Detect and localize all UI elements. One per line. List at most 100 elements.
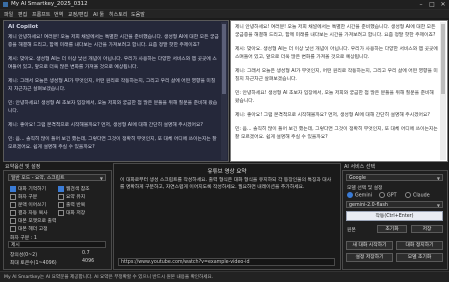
save-button[interactable]: 저장 [411, 225, 443, 233]
window-title: My AI Smartkey_2025_0312 [11, 1, 88, 7]
result-paragraph: 제니: 좋아요! 그럼 본격적으로 시작해볼까요? 먼저, 생성형 AI에 대해… [235, 113, 430, 118]
menu-file[interactable]: 파일 [4, 11, 13, 18]
checkbox[interactable] [58, 193, 64, 200]
menu-translate[interactable]: 번역 [54, 11, 63, 18]
save-settings-button[interactable]: 설정 저장하기 [346, 253, 393, 262]
menu-history[interactable]: 히스토리 [109, 11, 127, 18]
copilot-text-content: AI Copilot 제니 안녕하세요! 여러분! 오늘 저희 채널에서는 특별… [8, 24, 219, 159]
checkbox[interactable] [58, 201, 64, 208]
mode-select[interactable]: 일반 모드 - 요약, 스크립트 ▼ [8, 174, 106, 181]
model-settings-label: 모델 선택 및 설정 [347, 186, 383, 191]
check-label: 출력 반복 [66, 203, 86, 208]
service-panel: Google ▼ 모델 선택 및 설정 Gemini GPT Claude gem… [342, 170, 448, 270]
result-paragraph: 제니 안녕하세요! 여러분! 오늘 저희 채널에서는 특별한 시간을 준비했습니… [235, 25, 436, 38]
check-label: 대본 포맷으로 출력 [18, 219, 57, 224]
check-script-header[interactable]: 대본 헤더 고정 [10, 225, 48, 232]
radio-label: Gemini [355, 193, 373, 199]
copilot-text-pane[interactable]: AI Copilot 제니 안녕하세요! 여러분! 오늘 저희 채널에서는 특별… [3, 20, 229, 162]
temperature-value[interactable]: 0.7 [82, 251, 90, 256]
run-button[interactable]: 작동(Ctrl+Enter) [346, 211, 443, 221]
url-input[interactable]: https://www.youtube.com/watch?v=example-… [118, 258, 335, 266]
stop-chat-button[interactable]: 대화 정지하기 [396, 241, 443, 250]
model-select[interactable]: gemini-2.0-flash ▼ [346, 201, 443, 208]
check-keep-summary[interactable]: 요약 유지 [58, 193, 85, 200]
checkbox[interactable] [58, 209, 64, 216]
radio-button[interactable] [405, 192, 411, 198]
new-chat-button[interactable]: 새 대화 시작하기 [346, 241, 393, 250]
status-text: My AI Smartkey는 AI 요약문을 제공합니다. AI 요약은 부정… [4, 275, 214, 280]
menu-bar: 파일 편집 프롬프트 번역 교정/편집 AI 툴 히스토리 도움말 [0, 10, 449, 18]
checkbox[interactable] [58, 185, 64, 192]
radio-label: Claude [413, 193, 430, 199]
checkbox[interactable] [10, 209, 16, 216]
prompt-description[interactable]: 이 대화로부터 생성 스크립트를 작성하세요. 출력 형식은 대화 형식을 유지… [120, 177, 334, 191]
checkbox[interactable] [10, 201, 16, 208]
options-panel: 일반 모드 - 요약, 스크립트 ▼ 대화 기억하기 웹검색 참조 화자 구분 요… [3, 170, 112, 270]
radio-gpt[interactable]: GPT [379, 192, 397, 199]
max-tokens-label: 최대 토큰수(1~4096) [10, 261, 57, 266]
chevron-down-icon: ▼ [436, 176, 440, 181]
minimize-button[interactable]: – [416, 0, 426, 9]
checkbox[interactable] [10, 185, 16, 192]
scroll-thumb[interactable] [441, 24, 445, 94]
check-auto-copy[interactable]: 결과 자동 복사 [10, 209, 48, 216]
service-select[interactable]: Google ▼ [346, 174, 443, 181]
menu-edit[interactable]: 편집 [18, 11, 27, 18]
service-select-value: Google [349, 176, 366, 181]
temperature-label: 창의성(0~2) [10, 253, 38, 258]
checkbox[interactable] [10, 217, 16, 224]
reset-button[interactable]: 초기화 [377, 225, 407, 233]
check-context-continue[interactable]: 문맥 이어쓰기 [10, 201, 46, 208]
prompt-title: 유튜브 영상 요약 [207, 169, 247, 175]
speaker-input[interactable]: 제시 [8, 241, 106, 248]
check-label: 화자 구분 [18, 195, 38, 200]
menu-ai-tools[interactable]: AI 툴 [93, 11, 104, 18]
check-repeat-output[interactable]: 출력 반복 [58, 201, 85, 208]
service-section-label: AI 서비스 선택 [344, 164, 376, 170]
menu-prompt[interactable]: 프롬프트 [32, 11, 50, 18]
check-label: 결과 자동 복사 [18, 211, 48, 216]
copilot-heading: AI Copilot [8, 24, 39, 30]
mode-select-value: 일반 모드 - 요약, 스크립트 [11, 176, 65, 181]
chevron-down-icon: ▼ [99, 176, 103, 181]
reset-model-button[interactable]: 모델 초기화 [396, 253, 443, 262]
checkbox[interactable] [10, 193, 16, 200]
radio-button[interactable] [347, 192, 353, 198]
checkbox[interactable] [10, 225, 16, 232]
options-section-label: 요약옵션 및 설정 [5, 164, 41, 170]
radio-gemini[interactable]: Gemini [347, 192, 372, 199]
result-paragraph: 제니: 그래서 오늘은 생성형 AI가 무엇인지, 어떤 원리로 작동하는지, … [235, 69, 438, 82]
result-paragraph: 민: 음... 솔직히 많이 들어 보긴 했는데, 그렇다면 그것이 정확히 무… [235, 127, 438, 140]
check-label: 요약 유지 [66, 195, 86, 200]
check-web-search[interactable]: 웹검색 참조 [58, 185, 90, 192]
check-speaker-split[interactable]: 화자 구분 [10, 193, 37, 200]
source-label: 원본 [347, 228, 356, 233]
result-text-pane[interactable]: 제니 안녕하세요! 여러분! 오늘 저희 채널에서는 특별한 시간을 준비했습니… [230, 20, 448, 162]
menu-proofread[interactable]: 교정/편집 [68, 11, 88, 18]
copilot-paragraph: 제니: 그래서 오늘은 생성형 AI가 무엇인지, 어떤 원리로 작동하는지, … [8, 79, 216, 92]
result-paragraph: 민: 안녕하세요! 생성형 AI 초보자 입장에서, 오늘 저희와 궁금한 점 … [235, 91, 434, 104]
title-bar: My AI Smartkey_2025_0312 – □ ✕ [0, 0, 449, 10]
check-label: 대화 저장 [66, 211, 86, 216]
check-label: 웹검색 참조 [66, 187, 90, 192]
scroll-thumb[interactable] [222, 24, 226, 94]
copilot-scrollbar[interactable] [221, 22, 227, 160]
result-scrollbar[interactable] [440, 22, 446, 160]
result-text-content: 제니 안녕하세요! 여러분! 오늘 저희 채널에서는 특별한 시간을 준비했습니… [235, 24, 438, 159]
radio-button[interactable] [379, 192, 385, 198]
close-button[interactable]: ✕ [438, 0, 448, 9]
check-script-format[interactable]: 대본 포맷으로 출력 [10, 217, 56, 224]
check-save-chat[interactable]: 대화 저장 [58, 209, 85, 216]
max-tokens-value[interactable]: 4096 [82, 259, 94, 264]
status-bar: My AI Smartkey는 AI 요약문을 제공합니다. AI 요약은 부정… [0, 271, 449, 282]
app-logo [3, 2, 8, 7]
menu-help[interactable]: 도움말 [131, 11, 145, 18]
chevron-down-icon: ▼ [436, 203, 440, 208]
check-remember-chat[interactable]: 대화 기억하기 [10, 185, 46, 192]
copilot-paragraph: 민: 안녕하세요! 생성형 AI 초보자 입장에서, 오늘 저희와 궁금한 점 … [8, 101, 218, 114]
maximize-button[interactable]: □ [427, 0, 437, 9]
radio-claude[interactable]: Claude [405, 192, 430, 199]
model-select-value: gemini-2.0-flash [349, 203, 388, 208]
radio-label: GPT [387, 193, 397, 199]
check-label: 문맥 이어쓰기 [18, 203, 47, 208]
